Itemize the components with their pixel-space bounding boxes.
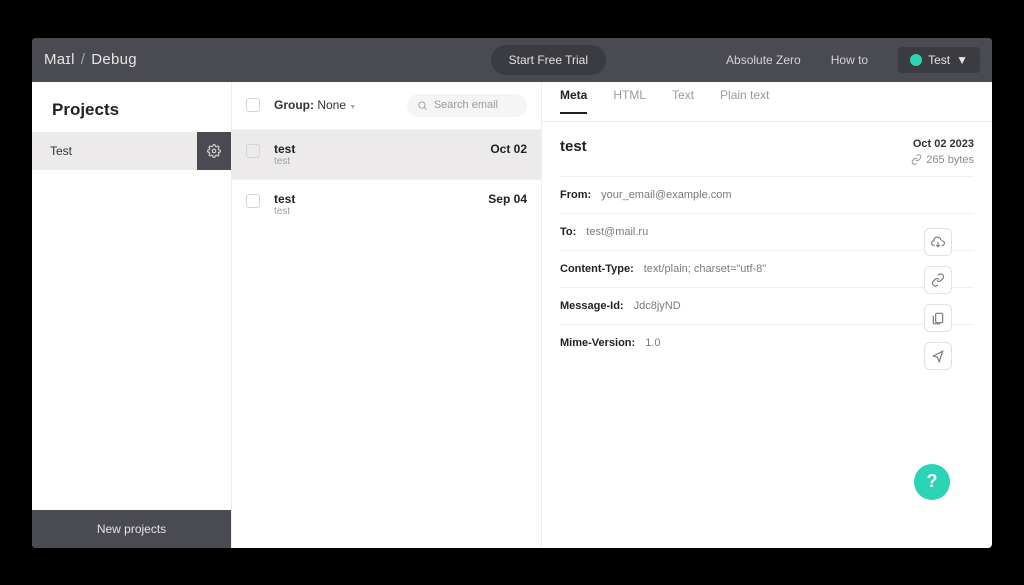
link-icon [931, 273, 945, 287]
tab-text[interactable]: Text [672, 88, 694, 114]
brand-slash: / [81, 51, 85, 68]
brand-part1: Maɪl [44, 51, 75, 68]
chevron-down-icon: ▼ [349, 104, 356, 111]
detail-header: test Oct 02 2023 265 bytes [542, 122, 992, 176]
download-button[interactable] [924, 228, 952, 256]
detail-tabs: Meta HTML Text Plain text [542, 82, 992, 122]
chevron-down-icon: ▼ [956, 53, 968, 67]
email-row[interactable]: test test Sep 04 [232, 179, 541, 229]
group-label-text: Group: [274, 98, 314, 112]
copy-button[interactable] [924, 304, 952, 332]
email-checkbox[interactable] [246, 194, 260, 208]
email-title: test [274, 142, 476, 156]
help-fab[interactable]: ? [914, 464, 950, 500]
project-settings-button[interactable] [197, 132, 231, 170]
tab-plain-text[interactable]: Plain text [720, 88, 769, 114]
detail-date: Oct 02 2023 [911, 138, 974, 150]
brand-part2: Debug [91, 51, 137, 68]
app-window: Maɪl / Debug Start Free Trial Absolute Z… [32, 38, 992, 548]
cloud-download-icon [931, 235, 945, 249]
topbar: Maɪl / Debug Start Free Trial Absolute Z… [32, 38, 992, 82]
email-row[interactable]: test test Oct 02 [232, 129, 541, 179]
sidebar: Projects Test New projects [32, 82, 232, 548]
email-preview: test [274, 156, 476, 167]
brand-logo: Maɪl / Debug [44, 51, 137, 68]
email-checkbox[interactable] [246, 144, 260, 158]
meta-row: Message-Id:Jdc8jyND [560, 287, 974, 324]
help-icon: ? [927, 471, 938, 492]
meta-row: Content-Type:text/plain; charset="utf-8" [560, 250, 974, 287]
start-free-trial-button[interactable]: Start Free Trial [491, 45, 606, 75]
action-column [924, 228, 952, 370]
user-menu[interactable]: Test ▼ [898, 47, 980, 73]
group-value: None [317, 98, 346, 112]
detail-title: test [560, 138, 911, 155]
meta-row: Mime-Version:1.0 [560, 324, 974, 361]
email-date: Oct 02 [490, 142, 527, 156]
new-projects-button[interactable]: New projects [32, 510, 231, 548]
main-area: Projects Test New projects Group: None ▼ [32, 82, 992, 548]
gear-icon [207, 144, 221, 158]
meta-row: From:your_email@example.com [560, 176, 974, 213]
link-icon [911, 154, 922, 165]
group-selector[interactable]: Group: None ▼ [274, 98, 356, 112]
search-input[interactable] [434, 99, 517, 111]
sidebar-title: Projects [32, 82, 231, 132]
how-to-link[interactable]: How to [831, 53, 868, 67]
copy-link-button[interactable] [924, 266, 952, 294]
sidebar-project-row[interactable]: Test [32, 132, 231, 170]
email-preview: test [274, 206, 474, 217]
email-title: test [274, 192, 474, 206]
list-toolbar: Group: None ▼ [232, 82, 541, 129]
avatar-dot-icon [910, 54, 922, 66]
email-date: Sep 04 [488, 192, 527, 206]
share-button[interactable] [924, 342, 952, 370]
absolute-zero-link[interactable]: Absolute Zero [726, 53, 801, 67]
project-name: Test [32, 144, 197, 158]
meta-row: To:test@mail.ru [560, 213, 974, 250]
search-icon [417, 99, 428, 112]
user-name: Test [928, 53, 950, 67]
detail-size: 265 bytes [911, 154, 974, 166]
select-all-checkbox[interactable] [246, 98, 260, 112]
search-field[interactable] [407, 94, 527, 117]
email-list-pane: Group: None ▼ test test Oct 02 [232, 82, 542, 548]
tab-html[interactable]: HTML [613, 88, 646, 114]
share-icon [931, 349, 945, 363]
tab-meta[interactable]: Meta [560, 88, 587, 114]
clipboard-icon [931, 311, 945, 325]
